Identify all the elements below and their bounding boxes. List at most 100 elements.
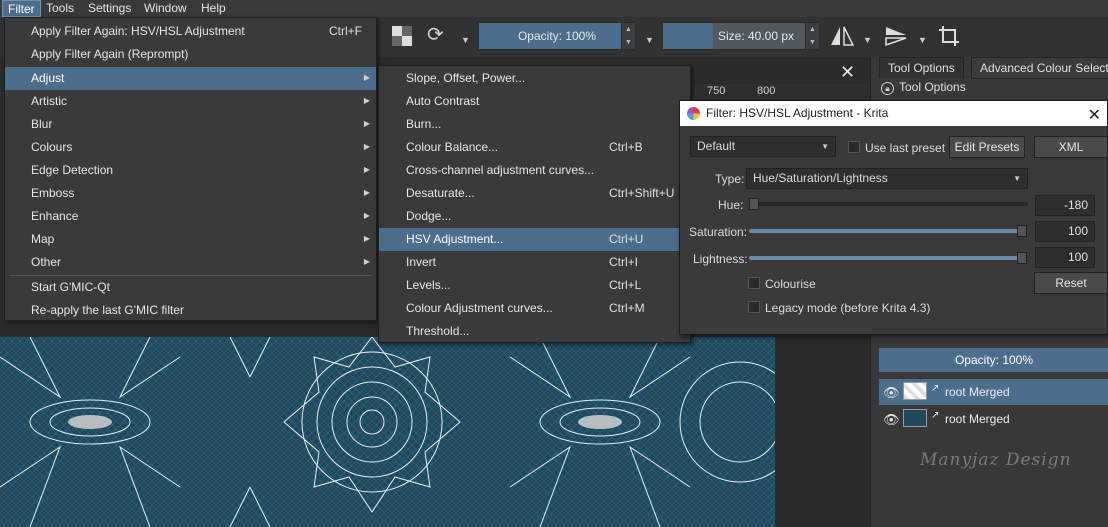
menu-item-emboss[interactable]: Emboss ▶ (5, 182, 376, 205)
submenu-arrow-icon: ▶ (363, 119, 370, 128)
menu-settings[interactable]: Settings (83, 0, 136, 17)
layer-thumbnail (903, 409, 927, 427)
lightness-value-input[interactable]: 100 (1035, 247, 1095, 268)
menu-item-map[interactable]: Map ▶ (5, 228, 376, 251)
layer-thumbnail (903, 382, 927, 400)
hue-label: Hue: (718, 198, 744, 212)
opacity-value: Opacity: 100% (517, 29, 597, 43)
colourise-checkbox[interactable] (748, 277, 760, 289)
ruler: 750 800 (692, 84, 870, 100)
menu-item-adjust[interactable]: Adjust ▶ (5, 67, 376, 90)
canvas-margin (775, 337, 870, 527)
colourise-label: Colourise (765, 277, 816, 291)
dialog-title: Filter: HSV/HSL Adjustment - Krita (706, 106, 889, 120)
chevron-down-icon[interactable]: ▼ (918, 30, 927, 50)
edit-presets-button[interactable]: Edit Presets (949, 136, 1025, 158)
menu-item-colour-balance[interactable]: Colour Balance... Ctrl+B (379, 136, 690, 159)
menu-window[interactable]: Window (139, 0, 192, 17)
submenu-arrow-icon: ▶ (363, 234, 370, 243)
menu-item-burn[interactable]: Burn... (379, 113, 690, 136)
layer-row[interactable]: 👁︎ ↗ root Merged (879, 379, 1108, 405)
menu-item-invert[interactable]: Invert Ctrl+I (379, 251, 690, 274)
menu-item-levels[interactable]: Levels... Ctrl+L (379, 274, 690, 297)
size-spinbox[interactable]: Size: 40.00 px ▲ ▼ (662, 22, 820, 50)
menu-item-cross-channel-curves[interactable]: Cross-channel adjustment curves... (379, 159, 690, 182)
saturation-slider-handle[interactable] (1017, 225, 1027, 237)
type-select[interactable]: Hue/Saturation/Lightness ▼ (746, 168, 1028, 189)
use-last-preset-label: Use last preset (865, 141, 946, 155)
menu-item-dodge[interactable]: Dodge... (379, 205, 690, 228)
spin-arrows-icon[interactable]: ▲ ▼ (805, 23, 819, 49)
reload-icon[interactable]: ⟳ (427, 25, 444, 45)
dialog-titlebar[interactable]: Filter: HSV/HSL Adjustment - Krita ✕ (680, 101, 1107, 126)
menu-item-hsv-adjustment[interactable]: HSV Adjustment... Ctrl+U (379, 228, 690, 251)
menu-item-slope-offset-power[interactable]: Slope, Offset, Power... (379, 67, 690, 90)
hue-slider[interactable] (749, 202, 1028, 206)
chevron-down-icon[interactable]: ▼ (863, 30, 872, 50)
lock-icon[interactable]: 🔒︎ (881, 82, 894, 95)
menu-tools[interactable]: Tools (41, 0, 79, 17)
tab-tool-options[interactable]: Tool Options (879, 57, 964, 79)
menu-item-desaturate[interactable]: Desaturate... Ctrl+Shift+U (379, 182, 690, 205)
preset-select[interactable]: Default ▼ (690, 136, 836, 157)
adjust-submenu: Slope, Offset, Power... Auto Contrast Bu… (378, 65, 691, 343)
menu-item-threshold[interactable]: Threshold... (379, 320, 690, 343)
layer-row[interactable]: 👁︎ ↗ root Merged (879, 406, 1108, 432)
menu-item-start-gmic[interactable]: Start G'MIC-Qt (5, 276, 376, 299)
hue-value-input[interactable]: -180 (1035, 195, 1095, 216)
docker-title-label: Tool Options (899, 80, 966, 94)
saturation-value-input[interactable]: 100 (1035, 221, 1095, 242)
menu-item-reapply-gmic[interactable]: Re-apply the last G'MIC filter (5, 299, 376, 322)
transparency-pattern-icon[interactable] (392, 26, 412, 50)
type-label: Type: (715, 172, 745, 186)
close-icon[interactable]: ✕ (1088, 103, 1101, 128)
lightness-slider-handle[interactable] (1017, 252, 1027, 264)
opacity-spinbox[interactable]: Opacity: 100% ▲ ▼ (478, 22, 636, 50)
menu-item-enhance[interactable]: Enhance ▶ (5, 205, 376, 228)
menu-item-artistic[interactable]: Artistic ▶ (5, 90, 376, 113)
layer-opacity-slider[interactable]: Opacity: 100% (879, 348, 1108, 372)
menu-filter[interactable]: Filter (2, 0, 41, 17)
menu-item-apply-filter-again[interactable]: Apply Filter Again: HSV/HSL Adjustment Ct… (5, 20, 376, 43)
crop-icon[interactable] (938, 25, 960, 51)
ruler-tick-label: 750 (707, 85, 726, 97)
chevron-down-icon[interactable]: ▼ (461, 30, 470, 50)
chevron-down-icon: ▼ (1013, 174, 1021, 183)
menu-item-blur[interactable]: Blur ▶ (5, 113, 376, 136)
menu-item-colour-adjustment-curves[interactable]: Colour Adjustment curves... Ctrl+M (379, 297, 690, 320)
layer-name: root Merged (945, 385, 1010, 399)
submenu-arrow-icon: ▶ (363, 211, 370, 220)
close-icon[interactable]: ✕ (840, 62, 855, 83)
menu-item-colours[interactable]: Colours ▶ (5, 136, 376, 159)
menu-item-auto-contrast[interactable]: Auto Contrast (379, 90, 690, 113)
eye-icon[interactable]: 👁︎ (883, 412, 900, 428)
chevron-down-icon[interactable]: ▼ (645, 30, 654, 50)
canvas-image[interactable] (0, 337, 775, 527)
toolbar: ⟳ ▼ Opacity: 100% ▲ ▼ ▼ Size: 40.00 px ▲ ▼… (375, 17, 1108, 57)
eye-icon[interactable]: 👁︎ (883, 385, 900, 401)
krita-logo-icon (687, 107, 700, 120)
submenu-arrow-icon: ▶ (363, 188, 370, 197)
kaleidoscope-pattern-image (0, 337, 775, 527)
menu-item-edge-detection[interactable]: Edge Detection ▶ (5, 159, 376, 182)
reset-button[interactable]: Reset (1034, 272, 1108, 294)
legacy-mode-checkbox[interactable] (748, 301, 760, 313)
submenu-arrow-icon: ▶ (363, 73, 370, 82)
submenu-arrow-icon: ▶ (363, 257, 370, 266)
menu-help[interactable]: Help (196, 0, 231, 17)
xml-button[interactable]: XML (1034, 136, 1108, 158)
lightness-slider[interactable] (749, 256, 1020, 260)
menu-item-apply-filter-again-reprompt[interactable]: Apply Filter Again (Reprompt) (5, 43, 376, 66)
mirror-vertical-icon[interactable] (884, 25, 908, 51)
use-last-preset-checkbox[interactable] (848, 141, 860, 153)
menu-item-other[interactable]: Other ▶ (5, 251, 376, 274)
tab-advanced-colour-selector[interactable]: Advanced Colour Selecto (971, 57, 1108, 79)
spin-arrows-icon[interactable]: ▲ ▼ (621, 23, 635, 49)
mirror-horizontal-icon[interactable] (830, 25, 855, 51)
filter-menu: Apply Filter Again: HSV/HSL Adjustment Ct… (4, 17, 377, 321)
saturation-slider[interactable] (749, 229, 1020, 233)
hue-slider-handle[interactable] (749, 198, 759, 210)
layer-name: root Merged (945, 412, 1010, 426)
watermark-logo: Manyjaz Design (920, 450, 1072, 470)
menubar: Filter Tools Settings Window Help (0, 0, 1108, 17)
